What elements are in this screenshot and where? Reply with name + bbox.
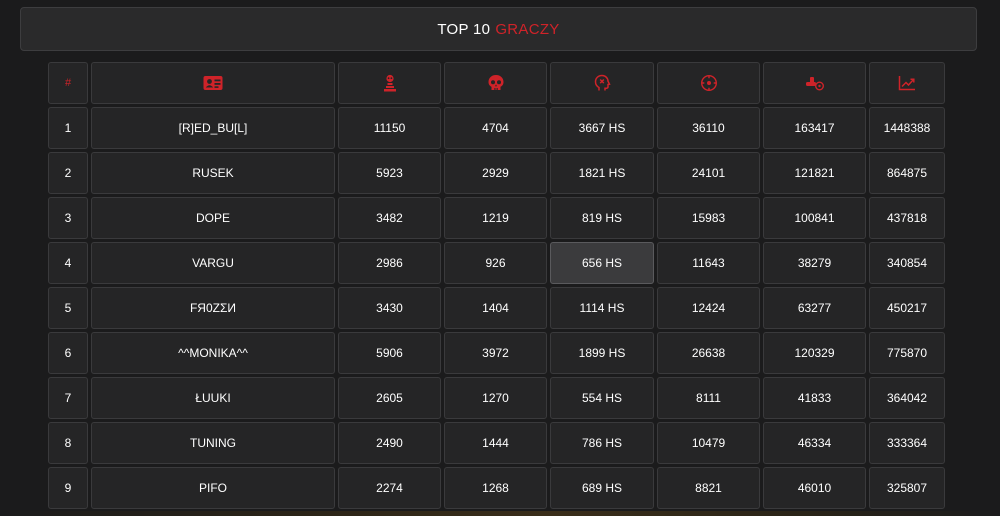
kills-cell: 2490 — [338, 422, 441, 464]
rank-cell: 1 — [48, 107, 88, 149]
crosshair-target-icon — [700, 74, 718, 92]
header-points — [869, 62, 945, 104]
points-cell: 340854 — [869, 242, 945, 284]
rank-cell: 7 — [48, 377, 88, 419]
title-prefix: TOP 10 — [437, 20, 491, 38]
headshots-cell: 656 HS — [550, 242, 654, 284]
header-damage — [763, 62, 866, 104]
player-name-cell: FЯ0ZΣИ — [91, 287, 335, 329]
player-name-cell: ŁUUKI — [91, 377, 335, 419]
headshots-cell: 554 HS — [550, 377, 654, 419]
header-deaths — [444, 62, 547, 104]
header-shots — [657, 62, 760, 104]
damage-cell: 100841 — [763, 197, 866, 239]
damage-cell: 63277 — [763, 287, 866, 329]
deaths-cell: 1404 — [444, 287, 547, 329]
headshots-cell: 689 HS — [550, 467, 654, 509]
damage-icon — [805, 75, 825, 91]
header-player — [91, 62, 335, 104]
shots-cell: 15983 — [657, 197, 760, 239]
damage-cell: 163417 — [763, 107, 866, 149]
player-name-cell: VARGU — [91, 242, 335, 284]
player-name-cell: [R]ED_BU[L] — [91, 107, 335, 149]
kills-cell: 3430 — [338, 287, 441, 329]
kills-cell: 3482 — [338, 197, 441, 239]
headshot-head-icon — [593, 74, 611, 92]
header-headshots — [550, 62, 654, 104]
shots-cell: 24101 — [657, 152, 760, 194]
shots-cell: 10479 — [657, 422, 760, 464]
kills-cell: 2986 — [338, 242, 441, 284]
deaths-cell: 1270 — [444, 377, 547, 419]
headshots-cell: 1114 HS — [550, 287, 654, 329]
shots-cell: 8111 — [657, 377, 760, 419]
damage-cell: 120329 — [763, 332, 866, 374]
background-strip — [0, 511, 1000, 516]
shots-cell: 12424 — [657, 287, 760, 329]
points-cell: 775870 — [869, 332, 945, 374]
shots-cell: 26638 — [657, 332, 760, 374]
rank-cell: 2 — [48, 152, 88, 194]
headshots-cell: 786 HS — [550, 422, 654, 464]
header-kills — [338, 62, 441, 104]
kills-cell: 2605 — [338, 377, 441, 419]
damage-cell: 41833 — [763, 377, 866, 419]
id-card-icon — [203, 75, 223, 91]
player-name-cell: ^^MONIKA^^ — [91, 332, 335, 374]
leaderboard-page: TOP 10 GRACZY # 1 [R]ED_BU[L] 11150 4704… — [0, 0, 1000, 516]
points-cell: 864875 — [869, 152, 945, 194]
shots-cell: 11643 — [657, 242, 760, 284]
player-name-cell: DOPE — [91, 197, 335, 239]
deaths-cell: 1219 — [444, 197, 547, 239]
rank-cell: 9 — [48, 467, 88, 509]
points-cell: 1448388 — [869, 107, 945, 149]
leaderboard-title: TOP 10 GRACZY — [20, 7, 977, 51]
kills-cell: 2274 — [338, 467, 441, 509]
deaths-cell: 3972 — [444, 332, 547, 374]
points-cell: 325807 — [869, 467, 945, 509]
headshots-cell: 3667 HS — [550, 107, 654, 149]
deaths-cell: 926 — [444, 242, 547, 284]
deaths-cell: 1444 — [444, 422, 547, 464]
skull-icon — [487, 74, 505, 92]
shots-cell: 8821 — [657, 467, 760, 509]
player-name-cell: PIFO — [91, 467, 335, 509]
headshots-cell: 819 HS — [550, 197, 654, 239]
points-cell: 437818 — [869, 197, 945, 239]
deaths-cell: 2929 — [444, 152, 547, 194]
rank-cell: 6 — [48, 332, 88, 374]
damage-cell: 46334 — [763, 422, 866, 464]
header-rank: # — [48, 62, 88, 104]
points-cell: 450217 — [869, 287, 945, 329]
rank-cell: 4 — [48, 242, 88, 284]
kills-trophy-icon — [383, 74, 397, 92]
rank-cell: 3 — [48, 197, 88, 239]
damage-cell: 46010 — [763, 467, 866, 509]
rank-cell: 5 — [48, 287, 88, 329]
leaderboard-table: # 1 [R]ED_BU[L] 11150 4704 3667 HS 36110… — [48, 62, 945, 509]
headshots-cell: 1899 HS — [550, 332, 654, 374]
deaths-cell: 1268 — [444, 467, 547, 509]
points-cell: 333364 — [869, 422, 945, 464]
title-accent: GRACZY — [495, 20, 560, 38]
player-name-cell: TUNING — [91, 422, 335, 464]
headshots-cell: 1821 HS — [550, 152, 654, 194]
kills-cell: 5923 — [338, 152, 441, 194]
deaths-cell: 4704 — [444, 107, 547, 149]
rank-cell: 8 — [48, 422, 88, 464]
kills-cell: 11150 — [338, 107, 441, 149]
points-cell: 364042 — [869, 377, 945, 419]
damage-cell: 38279 — [763, 242, 866, 284]
chart-trend-icon — [898, 75, 916, 91]
kills-cell: 5906 — [338, 332, 441, 374]
player-name-cell: RUSEK — [91, 152, 335, 194]
shots-cell: 36110 — [657, 107, 760, 149]
damage-cell: 121821 — [763, 152, 866, 194]
